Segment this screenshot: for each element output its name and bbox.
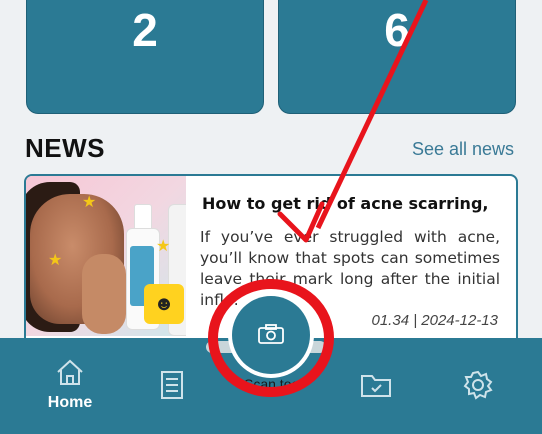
nav-item-folder[interactable] [336, 372, 416, 398]
news-section-title: NEWS [25, 133, 105, 163]
nav-label-home: Home [47, 394, 93, 411]
camera-icon [258, 324, 284, 344]
camera-button-wrapper [204, 276, 338, 400]
stat-card-right[interactable]: 6 [278, 0, 516, 114]
news-date: 01.34 | 2024-12-13 [371, 312, 499, 329]
stat-value-left: 2 [132, 4, 158, 56]
camera-scan-button[interactable] [232, 296, 310, 374]
star-icon: ★ [156, 238, 171, 255]
photo-hand [82, 254, 126, 334]
news-headline: How to get rid of acne scarring, [202, 194, 489, 213]
checklist-icon [161, 371, 183, 399]
folder-check-icon [361, 375, 391, 397]
stat-card-left[interactable]: 2 [26, 0, 264, 114]
nav-item-home[interactable]: Home [30, 358, 110, 412]
stat-value-right: 6 [384, 4, 410, 56]
nav-item-settings[interactable] [438, 370, 518, 400]
news-article-image: ☻ ★ ★ ★ [26, 176, 186, 336]
home-icon [57, 359, 83, 385]
star-icon: ★ [82, 194, 97, 211]
see-all-news-link[interactable]: See all news [412, 139, 514, 160]
settings-gear-icon [463, 370, 493, 400]
nav-item-checklist[interactable] [132, 370, 212, 400]
smiley-face-icon: ☻ [144, 284, 184, 324]
star-icon: ★ [48, 252, 63, 269]
